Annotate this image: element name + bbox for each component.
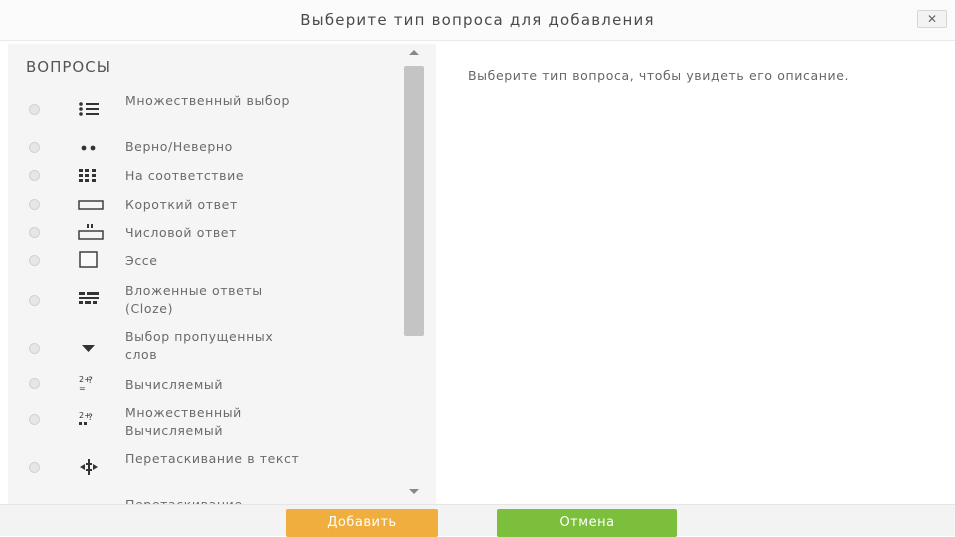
- radio-calculatedmulti[interactable]: [29, 414, 40, 425]
- truefalse-icon: [78, 140, 106, 158]
- question-label: Множественный Вычисляемый: [125, 405, 242, 438]
- radio-numerical[interactable]: [29, 227, 40, 238]
- question-label: Вложенные ответы (Cloze): [125, 283, 263, 316]
- close-button[interactable]: ✕: [917, 10, 947, 28]
- shortanswer-icon: [78, 198, 106, 216]
- question-label: Числовой ответ: [125, 225, 237, 240]
- svg-text:=: =: [79, 384, 86, 392]
- cancel-button[interactable]: Отмена: [497, 509, 677, 537]
- cloze-icon: [78, 291, 106, 309]
- radio-cloze[interactable]: [29, 295, 40, 306]
- question-label: На соответствие: [125, 168, 245, 183]
- question-label: Выбор пропущенных слов: [125, 329, 274, 362]
- radio-essay[interactable]: [29, 255, 40, 266]
- match-icon: [78, 168, 106, 186]
- question-option-essay[interactable]: Эссе: [8, 248, 400, 278]
- add-button[interactable]: Добавить: [286, 509, 438, 537]
- section-title: ВОПРОСЫ: [26, 58, 111, 76]
- question-option-cloze[interactable]: Вложенные ответы (Cloze): [8, 278, 400, 324]
- question-type-list: Множественный выбор Верно/Неверно На соо…: [8, 88, 400, 504]
- gapselect-icon: [78, 340, 106, 358]
- question-label: Вычисляемый: [125, 377, 224, 392]
- calculatedmulti-icon: 2+ ?: [78, 410, 106, 428]
- radio-calculated[interactable]: [29, 378, 40, 389]
- calculated-icon: 2+ ? =: [78, 374, 106, 392]
- scroll-up-icon[interactable]: [409, 50, 419, 55]
- multichoice-icon: [78, 101, 106, 119]
- question-option-match[interactable]: На соответствие: [8, 162, 400, 192]
- scroll-down-icon[interactable]: [409, 489, 419, 494]
- question-list-scrollbar[interactable]: [400, 44, 430, 504]
- question-option-multichoice[interactable]: Множественный выбор: [8, 88, 400, 132]
- question-label: Перетаскивание в текст: [125, 451, 300, 466]
- dialog-header: Выберите тип вопроса для добавления ✕: [0, 0, 955, 41]
- essay-icon: [78, 250, 106, 268]
- question-label: Эссе: [125, 253, 158, 268]
- question-chooser-dialog: Выберите тип вопроса для добавления ✕ ВО…: [0, 0, 955, 537]
- question-label: Верно/Неверно: [125, 139, 233, 154]
- question-types-panel: ВОПРОСЫ Множественный выбор Верно/Неверн…: [8, 44, 436, 504]
- description-panel: Выберите тип вопроса, чтобы увидеть его …: [436, 44, 955, 504]
- question-label: Короткий ответ: [125, 197, 238, 212]
- svg-text:?: ?: [88, 376, 93, 386]
- radio-shortanswer[interactable]: [29, 199, 40, 210]
- numerical-icon: [78, 223, 106, 241]
- question-option-numerical[interactable]: Числовой ответ: [8, 220, 400, 248]
- question-description: Выберите тип вопроса, чтобы увидеть его …: [468, 68, 850, 83]
- ddwtos-icon: [78, 458, 106, 476]
- question-option-truefalse[interactable]: Верно/Неверно: [8, 132, 400, 162]
- question-option-calculatedmulti[interactable]: 2+ ? Множественный Вычисляемый: [8, 400, 400, 446]
- question-option-gapselect[interactable]: Выбор пропущенных слов: [8, 324, 400, 370]
- close-icon: ✕: [926, 12, 938, 26]
- radio-match[interactable]: [29, 170, 40, 181]
- question-option-ddimage[interactable]: Перетаскивание: [8, 492, 400, 504]
- radio-multichoice[interactable]: [29, 104, 40, 115]
- svg-text:?: ?: [88, 413, 93, 423]
- question-option-ddwtos[interactable]: Перетаскивание в текст: [8, 446, 400, 492]
- question-label: Перетаскивание: [125, 496, 300, 504]
- question-option-shortanswer[interactable]: Короткий ответ: [8, 192, 400, 220]
- scrollbar-thumb[interactable]: [404, 66, 424, 336]
- question-label: Множественный выбор: [125, 93, 291, 108]
- radio-truefalse[interactable]: [29, 142, 40, 153]
- question-option-calculated[interactable]: 2+ ? = Вычисляемый: [8, 370, 400, 400]
- radio-gapselect[interactable]: [29, 343, 40, 354]
- dialog-title: Выберите тип вопроса для добавления: [300, 11, 655, 29]
- radio-ddwtos[interactable]: [29, 462, 40, 473]
- dialog-footer: Добавить Отмена: [0, 504, 955, 537]
